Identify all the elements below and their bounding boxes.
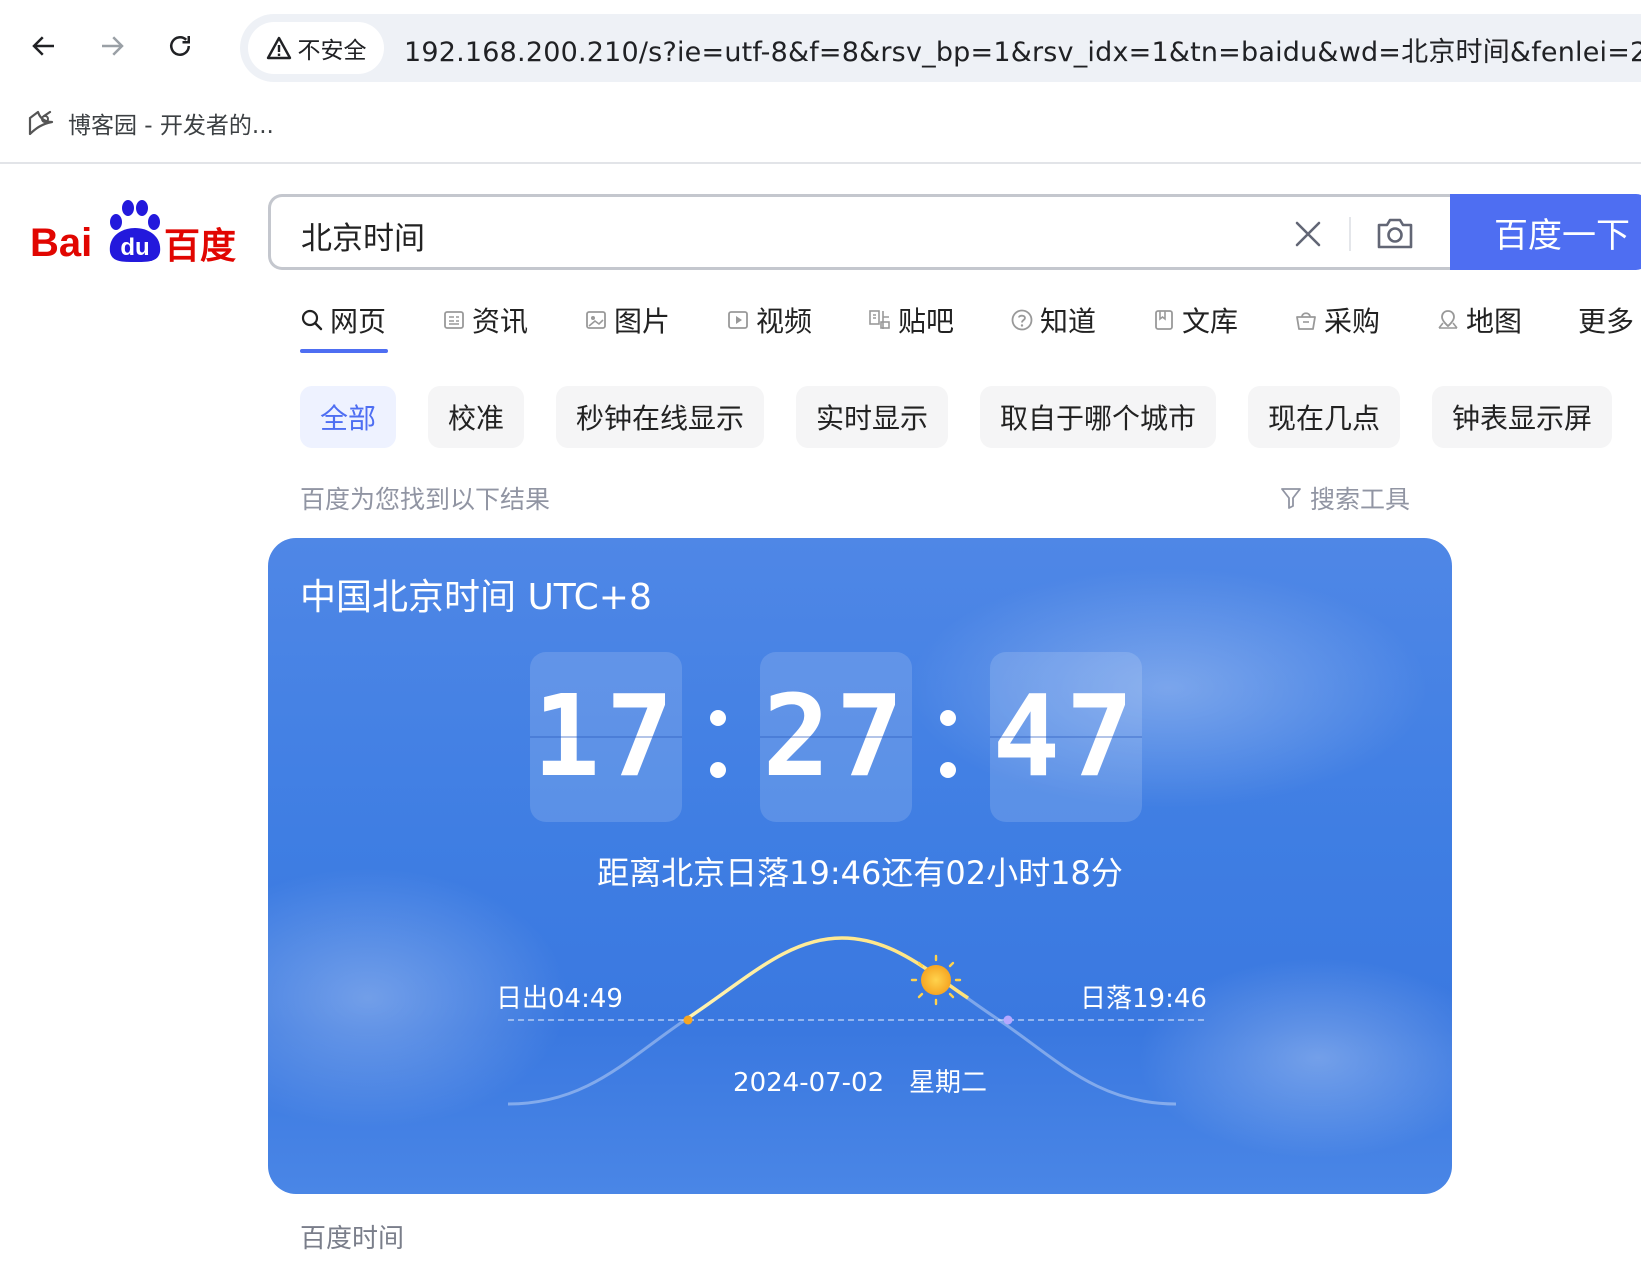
flip-seam [760,736,912,738]
browser-toolbar: 不安全 192.168.200.210/s?ie=utf-8&f=8&rsv_b… [0,0,1641,96]
tab-webpage[interactable]: 网页 [300,300,386,340]
divider [1349,217,1351,251]
tab-map[interactable]: 地图 [1436,300,1522,340]
tab-purchase[interactable]: 采购 [1294,300,1380,340]
filter-chip[interactable]: 取自于哪个城市 [980,386,1216,448]
sunrise-label: 日出04:49 [496,984,623,1014]
filter-icon [1281,488,1301,509]
address-bar[interactable]: 不安全 192.168.200.210/s?ie=utf-8&f=8&rsv_b… [240,14,1641,82]
filter-chip[interactable]: 钟表显示屏 [1432,386,1612,448]
news-icon [444,311,464,329]
arrow-right-icon [102,36,124,56]
tab-label: 图片 [614,305,671,338]
svg-text:Bai: Bai [30,221,92,265]
map-pin-icon [1438,310,1458,329]
sunset-label: 日落19:46 [1080,984,1207,1014]
tab-label: 视频 [756,305,813,338]
doc-icon [1155,310,1173,330]
weekday-text: 星期二 [908,1068,987,1098]
search-input[interactable] [301,217,1201,253]
bookmark-label: 博客园 - 开发者的... [68,113,274,139]
tab-label: 知道 [1040,305,1097,338]
tab-label: 资讯 [472,305,529,338]
time-colon [710,688,726,788]
filter-chip-all[interactable]: 全部 [300,386,396,448]
svg-text:百度: 百度 [164,226,236,266]
image-icon [586,311,606,329]
tab-label: 网页 [330,305,387,338]
close-icon [1295,221,1321,247]
tab-images[interactable]: 图片 [584,300,670,340]
active-tab-indicator [300,349,388,353]
cloud-decoration [908,568,1428,808]
tab-tieba[interactable]: 贴吧 [868,300,954,340]
card-title: 中国北京时间 UTC+8 [300,577,652,618]
sunrise-dot [683,1015,693,1025]
forward-button[interactable] [88,22,136,70]
camera-icon [1377,218,1413,249]
tab-label: 地图 [1466,305,1523,338]
filter-chip[interactable]: 现在几点 [1248,386,1400,448]
question-icon [1011,309,1033,331]
sunset-dot [1003,1015,1013,1025]
minutes-box: 27 [760,652,912,822]
basket-icon [1296,312,1316,330]
security-label: 不安全 [297,38,367,64]
tab-wenku[interactable]: 文库 [1152,300,1238,340]
search-tools-label: 搜索工具 [1310,485,1411,514]
tab-zhidao[interactable]: 知道 [1010,300,1096,340]
clear-button[interactable] [1289,215,1327,253]
tab-news[interactable]: 资讯 [442,300,528,340]
hours-box: 17 [530,652,682,822]
security-chip[interactable]: 不安全 [248,22,384,74]
arrow-left-icon [32,36,54,56]
tab-videos[interactable]: 视频 [726,300,812,340]
url-text[interactable]: 192.168.200.210/s?ie=utf-8&f=8&rsv_bp=1&… [404,30,1641,69]
warning-icon [266,36,291,60]
flip-seam [530,736,682,738]
beijing-time-card: 中国北京时间 UTC+8 17 27 47 距离北京日落19:46还有02小时1… [268,538,1452,1194]
tab-more[interactable]: 更多 [1578,300,1634,340]
bookmarks-bar: 博客园 - 开发者的... [0,96,1641,164]
sunset-countdown: 距离北京日落19:46还有02小时18分 [597,854,1123,892]
tab-label: 更多 [1578,305,1635,338]
image-search-button[interactable] [1373,211,1417,255]
flip-seam [990,736,1142,738]
search-submit-button[interactable]: 百度一下 [1450,194,1641,270]
reload-icon [170,36,190,56]
baidu-paw-logo: Bai du 百度 [30,200,236,267]
seconds-box: 47 [990,652,1142,822]
tab-label: 采购 [1324,305,1381,338]
svg-text:du: du [120,234,149,261]
search-icon [301,309,323,331]
tab-label: 文库 [1182,305,1239,338]
card-source-label[interactable]: 百度时间 [300,1218,404,1255]
reload-button[interactable] [156,22,204,70]
search-tools-button[interactable]: 搜索工具 [1280,480,1410,516]
filter-chip[interactable]: 实时显示 [796,386,948,448]
result-count: 百度为您找到以下结果 [300,485,551,514]
tieba-icon [869,310,890,329]
date-line: 2024-07-02 星期二 [268,1062,1452,1099]
video-icon [728,311,748,329]
back-button[interactable] [20,22,68,70]
filter-chip[interactable]: 校准 [428,386,524,448]
search-box [268,194,1450,270]
tab-label: 贴吧 [898,305,955,338]
time-colon [940,688,956,788]
date-text: 2024-07-02 [733,1068,885,1098]
baidu-logo[interactable]: Bai du 百度 [30,200,240,270]
cnblogs-icon [28,110,54,136]
filter-chip[interactable]: 秒钟在线显示 [556,386,764,448]
sun-icon [910,954,962,1006]
bookmark-item[interactable]: 博客园 - 开发者的... [26,106,274,140]
